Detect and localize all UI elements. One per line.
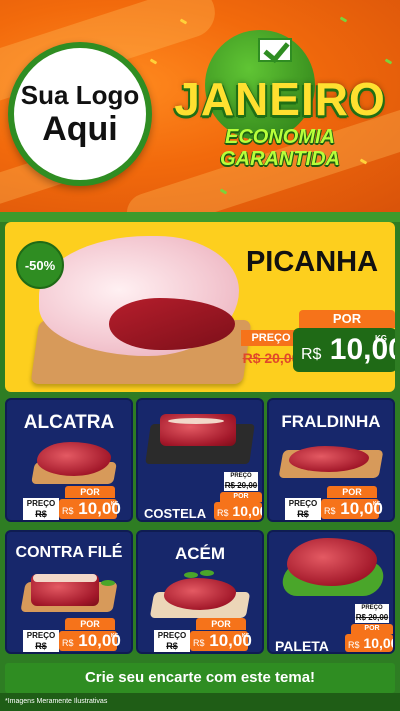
unit-label: KG xyxy=(111,501,119,507)
product-card-fraldinha: FRALDINHA PREÇO R$ 20,00 POR R$ 10,00 KG xyxy=(267,398,395,522)
current-price: R$ 10,00 xyxy=(59,631,121,651)
header-banner: Sua Logo Aqui JANEIRO ECONOMIA GARANTIDA xyxy=(0,0,400,212)
currency: R$ xyxy=(301,346,322,363)
herb-garnish xyxy=(200,570,214,576)
unit-label: KG xyxy=(111,633,119,639)
herb-garnish xyxy=(184,572,198,578)
currency: R$ xyxy=(348,640,360,650)
price-value: 10,00 xyxy=(363,635,395,651)
unit-label: KG xyxy=(373,501,381,507)
product-name: FRALDINHA xyxy=(281,412,381,431)
discount-badge: -50% xyxy=(16,241,64,289)
currency: R$ xyxy=(193,638,205,648)
product-name: PALETA xyxy=(275,638,329,654)
old-price: R$ 20,00 xyxy=(154,640,190,652)
product-name: ALCATRA xyxy=(23,412,115,433)
old-price: R$ 20,00 xyxy=(242,350,300,366)
old-price: R$ 20,00 xyxy=(355,613,389,623)
por-label: POR xyxy=(220,492,262,502)
por-label: POR xyxy=(351,624,393,634)
currency: R$ xyxy=(324,506,336,516)
old-price: R$ 20,00 xyxy=(224,481,258,491)
current-price: R$ 10,00 xyxy=(214,502,262,520)
product-card-contra-file: CONTRA FILÉ PREÇO R$ 20,00 POR R$ 10,00 … xyxy=(5,530,133,654)
current-price: R$ 10,00 xyxy=(321,499,383,519)
unit-label: KG xyxy=(242,633,250,639)
fat-layer xyxy=(168,418,224,424)
logo-line-2: Aqui xyxy=(42,110,118,148)
product-name: COSTELA xyxy=(144,506,207,521)
product-card-alcatra: ALCATRA PREÇO R$ 20,00 POR R$ 10,00 KG xyxy=(5,398,133,522)
featured-product-name: PICANHA xyxy=(245,246,379,278)
picanha-meat-image xyxy=(39,236,239,356)
preco-label: PREÇO xyxy=(355,604,389,613)
old-price: R$ 20,00 xyxy=(23,508,59,520)
disclaimer: *Imagens Meramente Ilustrativas xyxy=(0,693,400,711)
checkbox-icon xyxy=(258,38,292,62)
old-price: R$ 20,00 xyxy=(23,640,59,652)
product-name: ACÉM xyxy=(174,544,226,563)
confetti xyxy=(384,58,393,65)
current-price: R$ 10,00 xyxy=(345,634,393,652)
por-label: POR xyxy=(299,310,395,328)
current-price: R$ 10,00 xyxy=(190,631,252,651)
preco-label: PREÇO xyxy=(241,330,301,346)
logo-line-1: Sua Logo xyxy=(20,80,140,110)
currency: R$ xyxy=(62,638,74,648)
cta-banner[interactable]: Crie seu encarte com este tema! xyxy=(5,663,395,693)
preco-label: PREÇO xyxy=(224,472,258,481)
confetti xyxy=(339,16,348,23)
campaign-title: JANEIRO xyxy=(174,73,386,125)
confetti xyxy=(149,58,158,65)
product-name: CONTRA FILÉ xyxy=(15,544,123,561)
currency: R$ xyxy=(217,508,229,518)
old-price: R$ 20,00 xyxy=(285,508,321,520)
por-label: POR xyxy=(65,486,115,498)
campaign-subtitle: ECONOMIA GARANTIDA xyxy=(220,126,340,170)
product-card-acem: ACÉM PREÇO R$ 20,00 POR R$ 10,00 KG xyxy=(136,530,264,654)
featured-product-card: -50% PICANHA PREÇO R$ 20,00 POR R$ 10,00… xyxy=(5,222,395,392)
fat-layer xyxy=(33,574,97,582)
divider xyxy=(0,212,400,222)
herb-garnish xyxy=(101,580,115,586)
por-label: POR xyxy=(65,618,115,630)
currency: R$ xyxy=(62,506,74,516)
current-price: R$ 10,00 xyxy=(59,499,121,519)
store-logo-placeholder: Sua Logo Aqui xyxy=(8,42,152,186)
price-value: 10,00 xyxy=(232,503,264,519)
unit-label: KG xyxy=(375,334,387,343)
por-label: POR xyxy=(196,618,246,630)
product-card-paleta: PALETA PREÇO R$ 20,00 POR R$ 10,00 xyxy=(267,530,395,654)
por-label: POR xyxy=(327,486,377,498)
product-card-costela: COSTELA PREÇO R$ 20,00 POR R$ 10,00 xyxy=(136,398,264,522)
